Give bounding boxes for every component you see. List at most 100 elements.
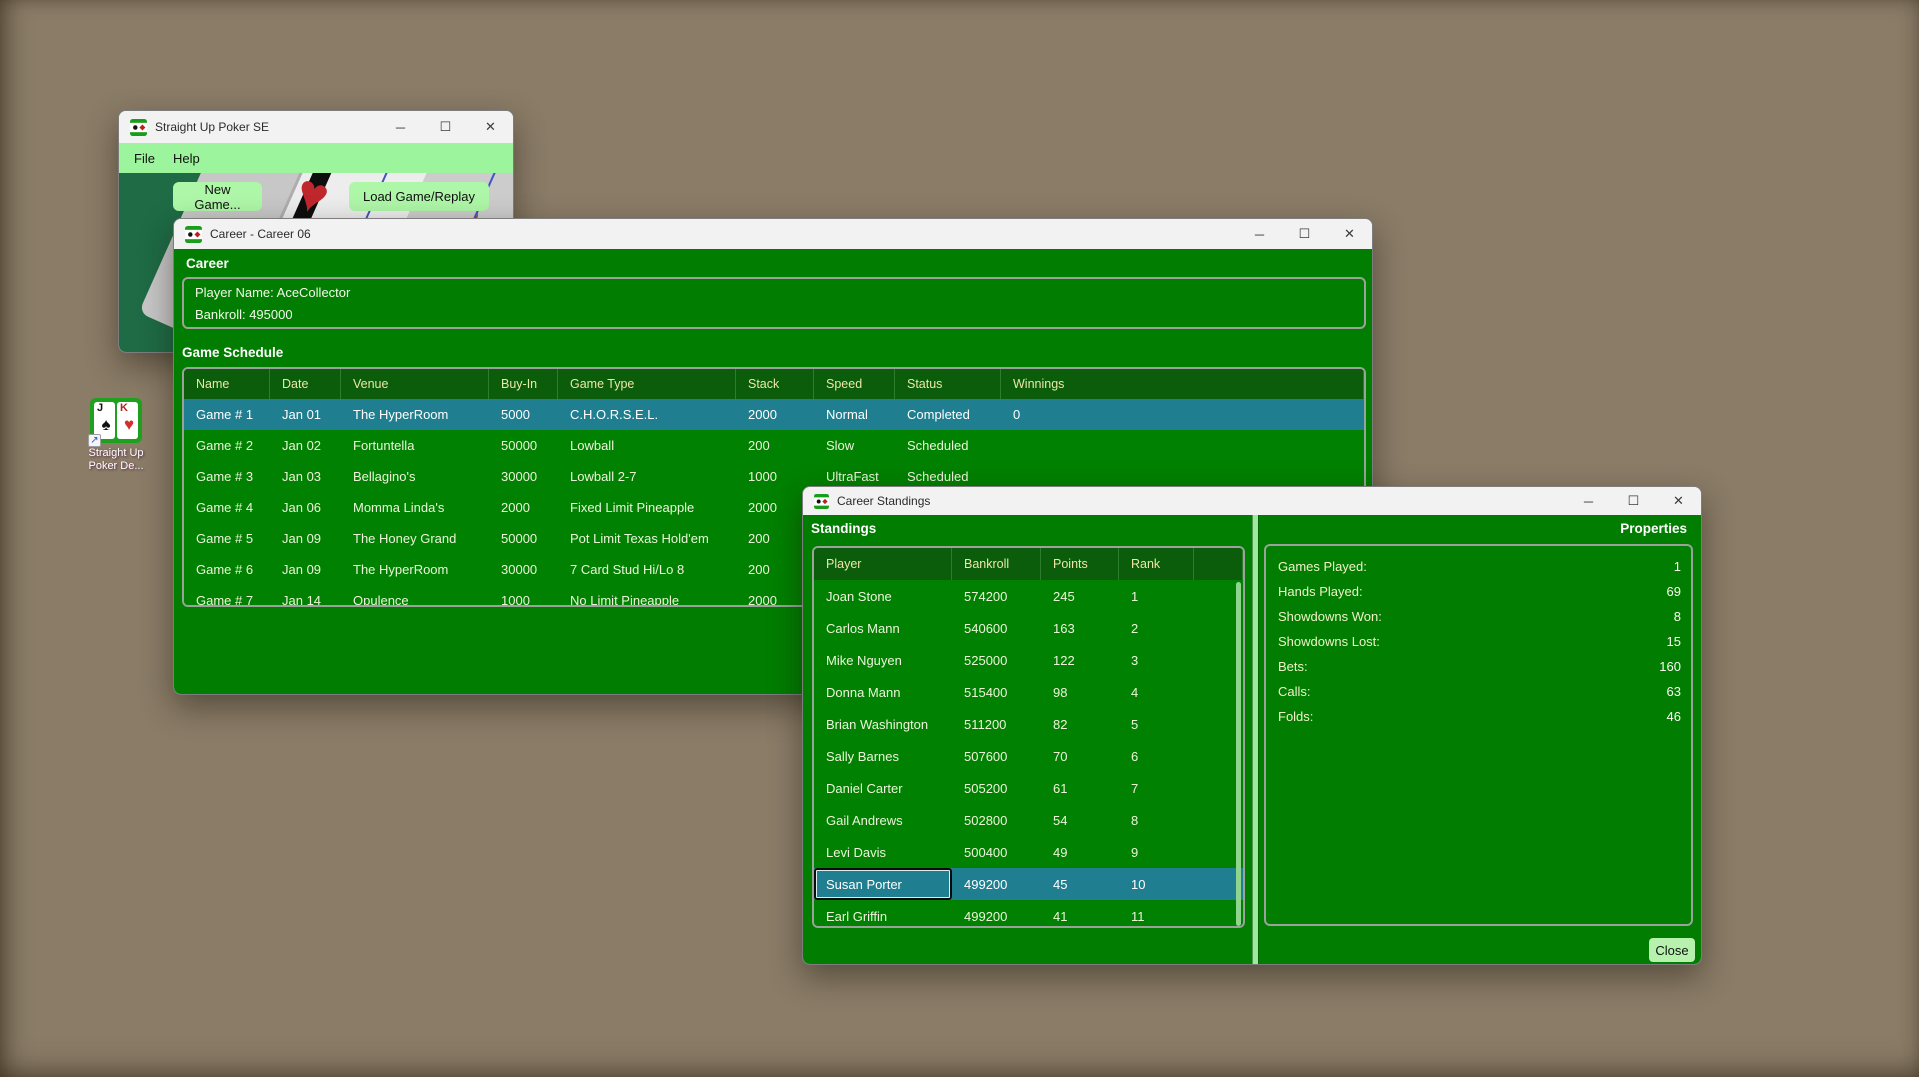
close-dialog-button[interactable]: Close <box>1649 938 1695 962</box>
standings-table[interactable]: PlayerBankrollPointsRank Joan Stone57420… <box>812 546 1245 928</box>
bankroll-text: Bankroll: 495000 <box>195 306 1364 323</box>
maximize-button[interactable]: ☐ <box>1611 487 1656 515</box>
column-header-buy-in[interactable]: Buy-In <box>489 369 558 399</box>
maximize-button[interactable]: ☐ <box>1282 219 1327 249</box>
column-header-date[interactable]: Date <box>270 369 341 399</box>
standings-row-cell: 11 <box>1119 900 1194 928</box>
schedule-row-cell: 200 <box>736 430 814 461</box>
standings-row[interactable]: Earl Griffin4992004111 <box>814 900 1243 928</box>
standings-row[interactable]: Gail Andrews502800548 <box>814 804 1243 836</box>
schedule-row-cell: Normal <box>814 399 895 430</box>
close-button[interactable]: ✕ <box>1656 487 1701 515</box>
spade-icon: ♠ <box>97 416 115 433</box>
property-label: Showdowns Lost: <box>1278 634 1380 649</box>
column-header-status[interactable]: Status <box>895 369 1001 399</box>
column-header-stack[interactable]: Stack <box>736 369 814 399</box>
column-header-game-type[interactable]: Game Type <box>558 369 736 399</box>
schedule-row[interactable]: Game # 2Jan 02Fortuntella50000Lowball200… <box>184 430 1364 461</box>
game-schedule-section-label: Game Schedule <box>182 345 283 360</box>
standings-row-cell: Earl Griffin <box>814 900 952 928</box>
standings-row-cell: 3 <box>1119 644 1194 676</box>
career-window-title: Career - Career 06 <box>210 227 311 241</box>
standings-row[interactable]: Sally Barnes507600706 <box>814 740 1243 772</box>
standings-row[interactable]: Joan Stone5742002451 <box>814 580 1243 612</box>
standings-row-cell: Carlos Mann <box>814 612 952 644</box>
menu-file[interactable]: File <box>125 147 164 170</box>
minimize-button[interactable]: ─ <box>1566 487 1611 515</box>
standings-row-cell: 163 <box>1041 612 1119 644</box>
schedule-row-cell: Game # 2 <box>184 430 270 461</box>
standings-row[interactable]: Daniel Carter505200617 <box>814 772 1243 804</box>
standings-row-cell: 540600 <box>952 612 1041 644</box>
schedule-row-cell <box>1001 430 1364 461</box>
property-label: Showdowns Won: <box>1278 609 1382 624</box>
column-header-filler[interactable] <box>1194 548 1243 580</box>
schedule-row-cell: Slow <box>814 430 895 461</box>
launcher-titlebar[interactable]: Straight Up Poker SE ─ ☐ ✕ <box>119 111 513 143</box>
schedule-row-cell: The HyperRoom <box>341 399 489 430</box>
standings-row[interactable]: Brian Washington511200825 <box>814 708 1243 740</box>
career-standings-window: Career Standings ─ ☐ ✕ Standings Propert… <box>802 486 1702 965</box>
standings-row[interactable]: Mike Nguyen5250001223 <box>814 644 1243 676</box>
schedule-row-cell: 30000 <box>489 461 558 492</box>
column-header-name[interactable]: Name <box>184 369 270 399</box>
new-game-button[interactable]: New Game... <box>173 182 262 211</box>
standings-row-cell: 525000 <box>952 644 1041 676</box>
standings-header-row: PlayerBankrollPointsRank <box>814 548 1243 580</box>
shortcut-arrow-icon: ↗ <box>88 434 101 447</box>
standings-section-label: Standings <box>811 521 876 536</box>
close-button[interactable]: ✕ <box>1327 219 1372 249</box>
property-label: Games Played: <box>1278 559 1367 574</box>
standings-row-cell: 61 <box>1041 772 1119 804</box>
schedule-row[interactable]: Game # 1Jan 01The HyperRoom5000C.H.O.R.S… <box>184 399 1364 430</box>
menu-help[interactable]: Help <box>164 147 209 170</box>
standings-row-cell: Gail Andrews <box>814 804 952 836</box>
app-cards-icon <box>130 119 147 136</box>
standings-row-cell: Mike Nguyen <box>814 644 952 676</box>
schedule-row-cell: The HyperRoom <box>341 554 489 585</box>
close-button[interactable]: ✕ <box>468 111 513 143</box>
standings-row-cell: 1 <box>1119 580 1194 612</box>
standings-row-cell: 574200 <box>952 580 1041 612</box>
column-header-venue[interactable]: Venue <box>341 369 489 399</box>
standings-row[interactable]: Susan Porter4992004510 <box>814 868 1243 900</box>
minimize-button[interactable]: ─ <box>378 111 423 143</box>
standings-row[interactable]: Donna Mann515400984 <box>814 676 1243 708</box>
schedule-row-cell: Fixed Limit Pineapple <box>558 492 736 523</box>
career-titlebar[interactable]: Career - Career 06 ─ ☐ ✕ <box>174 219 1372 249</box>
schedule-row-cell: Pot Limit Texas Hold'em <box>558 523 736 554</box>
standings-row-cell: Donna Mann <box>814 676 952 708</box>
standings-row-cell: Levi Davis <box>814 836 952 868</box>
schedule-row-cell: Jan 02 <box>270 430 341 461</box>
schedule-row-cell: No Limit Pineapple <box>558 585 736 607</box>
standings-row-cell: Sally Barnes <box>814 740 952 772</box>
standings-scrollbar[interactable] <box>1236 582 1241 926</box>
column-header-player[interactable]: Player <box>814 548 952 580</box>
load-game-replay-button[interactable]: Load Game/Replay <box>349 182 489 211</box>
column-header-rank[interactable]: Rank <box>1119 548 1194 580</box>
property-label: Hands Played: <box>1278 584 1363 599</box>
property-label: Calls: <box>1278 684 1311 699</box>
column-header-speed[interactable]: Speed <box>814 369 895 399</box>
schedule-row-cell: Game # 5 <box>184 523 270 554</box>
standings-row[interactable]: Carlos Mann5406001632 <box>814 612 1243 644</box>
maximize-button[interactable]: ☐ <box>423 111 468 143</box>
pane-splitter[interactable] <box>1252 515 1259 965</box>
schedule-row-cell: Jan 09 <box>270 523 341 554</box>
column-header-bankroll[interactable]: Bankroll <box>952 548 1041 580</box>
column-header-winnings[interactable]: Winnings <box>1001 369 1364 399</box>
column-header-points[interactable]: Points <box>1041 548 1119 580</box>
property-label: Bets: <box>1278 659 1308 674</box>
standings-row-cell: 82 <box>1041 708 1119 740</box>
schedule-row-cell: Game # 7 <box>184 585 270 607</box>
standings-row[interactable]: Levi Davis500400499 <box>814 836 1243 868</box>
property-row: Folds:46 <box>1266 704 1691 729</box>
standings-row-cell: 6 <box>1119 740 1194 772</box>
minimize-button[interactable]: ─ <box>1237 219 1282 249</box>
schedule-row-cell: C.H.O.R.S.E.L. <box>558 399 736 430</box>
property-row: Bets:160 <box>1266 654 1691 679</box>
standings-row-cell: 8 <box>1119 804 1194 836</box>
standings-titlebar[interactable]: Career Standings ─ ☐ ✕ <box>803 487 1701 515</box>
standings-row-cell: 45 <box>1041 868 1119 900</box>
desktop-shortcut-straight-up-poker[interactable]: J ♠ K ♥ ↗ Straight Up Poker De... <box>80 398 152 473</box>
